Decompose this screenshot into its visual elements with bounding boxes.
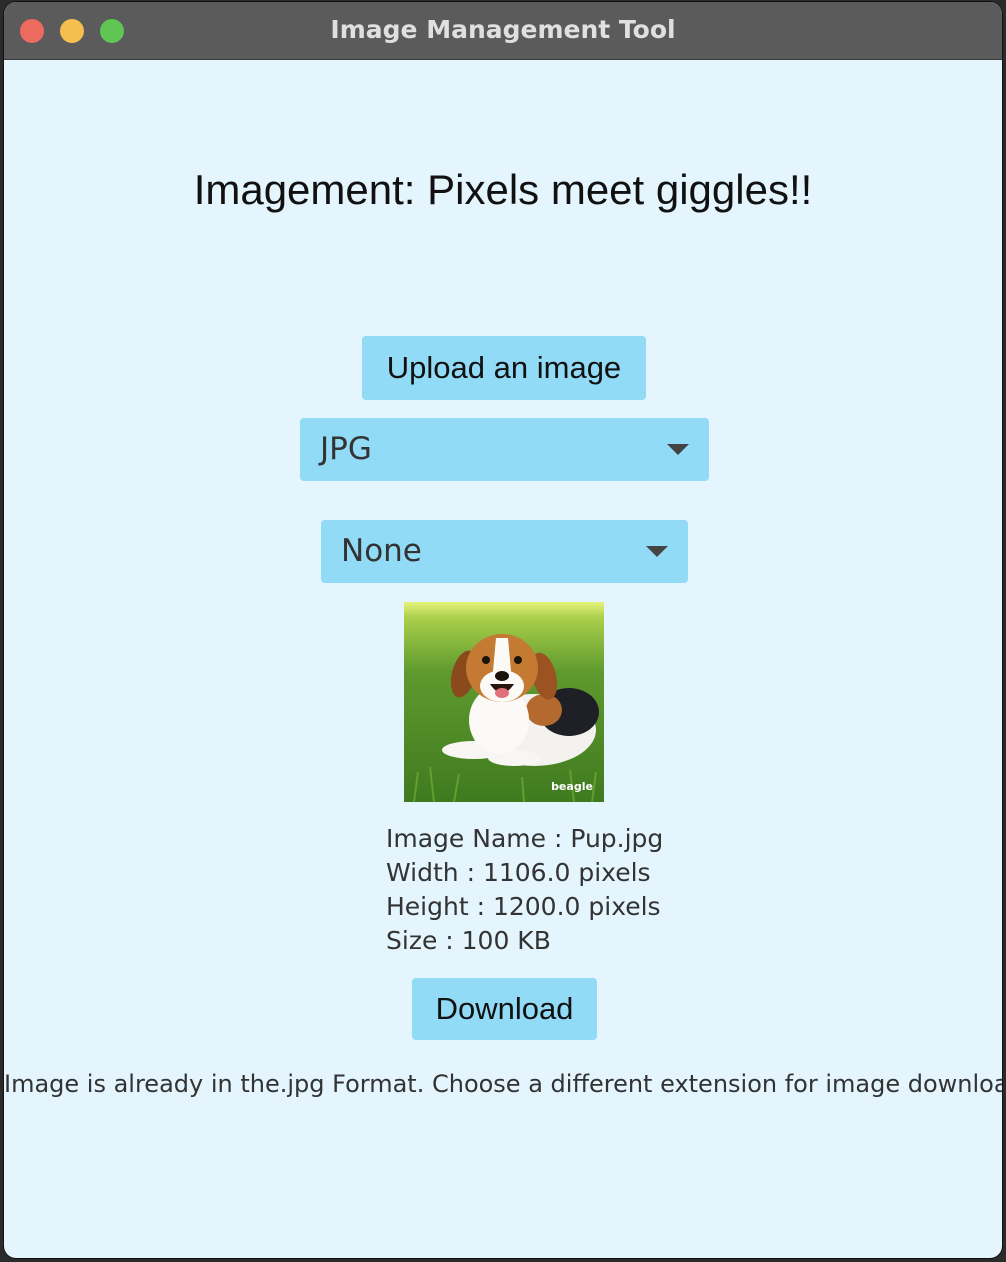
status-message: Image is already in the.jpg Format. Choo… bbox=[4, 1070, 1002, 1098]
upload-image-button[interactable]: Upload an image bbox=[362, 336, 646, 400]
image-width-label: Width : 1106.0 pixels bbox=[386, 858, 651, 887]
image-height-label: Height : 1200.0 pixels bbox=[386, 892, 661, 921]
image-info: Image Name : Pup.jpg Width : 1106.0 pixe… bbox=[386, 822, 663, 958]
image-preview: beagle bbox=[404, 602, 604, 802]
window-title: Image Management Tool bbox=[330, 15, 676, 44]
download-button[interactable]: Download bbox=[412, 978, 597, 1040]
title-bar: Image Management Tool bbox=[4, 2, 1002, 60]
app-window: Image Management Tool Imagement: Pixels … bbox=[4, 2, 1002, 1258]
image-size-label: Size : 100 KB bbox=[386, 926, 551, 955]
filter-dropdown[interactable]: None bbox=[321, 520, 688, 583]
page-title: Imagement: Pixels meet giggles!! bbox=[193, 166, 813, 213]
image-name-label: Image Name : Pup.jpg bbox=[386, 824, 664, 853]
chevron-down-icon bbox=[646, 546, 668, 557]
format-dropdown-value: JPG bbox=[320, 431, 372, 467]
chevron-down-icon bbox=[667, 444, 689, 455]
main-content: Imagement: Pixels meet giggles!! Upload … bbox=[4, 60, 1002, 1258]
watermark-text: beagle bbox=[551, 780, 593, 793]
format-dropdown[interactable]: JPG bbox=[300, 418, 709, 481]
filter-dropdown-value: None bbox=[341, 533, 422, 569]
puppy-image: beagle bbox=[404, 602, 604, 802]
